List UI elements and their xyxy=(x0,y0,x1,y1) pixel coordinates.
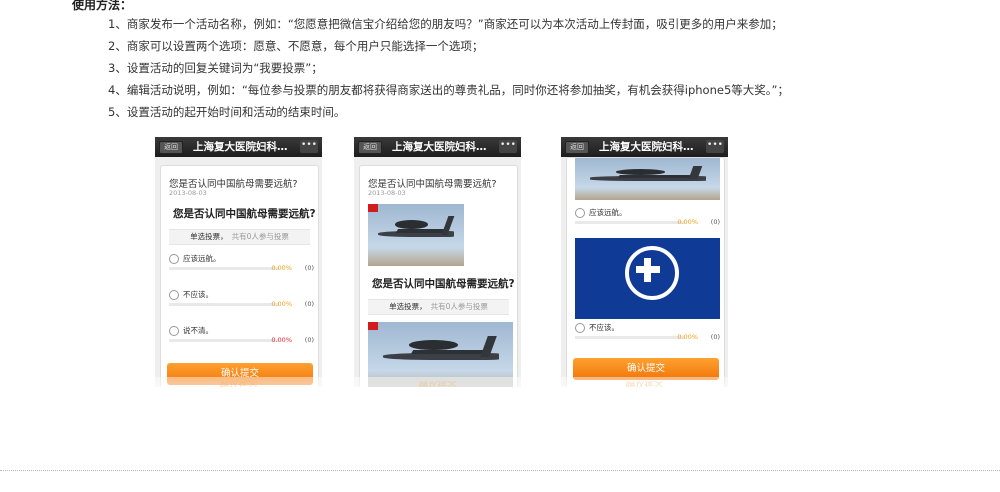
vote-option[interactable]: 说不清。 0.00% (0) xyxy=(169,326,314,356)
participant-count: 共有0人参与投票 xyxy=(430,302,488,311)
question-heading: 您是否认同中国航母需要远航? xyxy=(173,208,316,220)
flag-icon xyxy=(368,204,378,212)
question-date: 2013-08-03 xyxy=(169,189,207,197)
option-percent: 0.00% xyxy=(271,300,292,308)
radio-icon[interactable] xyxy=(575,208,585,218)
progress-track xyxy=(169,267,279,270)
option-label: 不应该。 xyxy=(589,323,619,332)
phone-preview-2: 返回 上海复大医院妇科… ••• 您是否认同中国航母需要远航? 2013-08-… xyxy=(354,137,521,387)
phone-topbar: 返回 上海复大医院妇科… ••• xyxy=(155,137,322,157)
back-button[interactable]: 返回 xyxy=(159,141,183,154)
reflection: 确认提交 xyxy=(155,377,322,387)
usage-title: 使用方法： xyxy=(72,0,133,12)
vote-info-bar: 单选投票， 共有0人参与投票 xyxy=(368,299,509,315)
option-percent: 0.00% xyxy=(677,333,698,341)
vote-card: 您是否认同中国航母需要远航? 2013-08-03 您是否认同中国航母需要远航?… xyxy=(160,165,319,387)
option-percent: 0.00% xyxy=(271,336,292,344)
wing xyxy=(617,174,692,178)
radar-dish xyxy=(408,340,458,350)
option-label: 说不清。 xyxy=(183,326,213,335)
phone-topbar: 返回 上海复大医院妇科… ••• xyxy=(354,137,521,157)
phone-preview-3: 返回 上海复大医院妇科… ••• 应该远航。 0.00% (0) 不应该。 0.… xyxy=(561,137,728,387)
vote-option[interactable]: 不应该。 0.00% (0) xyxy=(169,290,314,320)
question-heading: 您是否认同中国航母需要远航? xyxy=(372,278,515,290)
flag-icon xyxy=(368,322,378,330)
option-label: 应该远航。 xyxy=(589,208,627,217)
back-button[interactable]: 返回 xyxy=(358,141,382,154)
step-item: 4、编辑活动说明，例如：“每位参与投票的朋友都将获得商家送出的尊贵礼品，同时你还… xyxy=(108,83,789,97)
phone-title: 上海复大医院妇科… xyxy=(193,141,288,153)
vote-info-bar: 单选投票， 共有0人参与投票 xyxy=(169,229,310,245)
progress-track xyxy=(169,303,279,306)
option-count: (0) xyxy=(304,300,314,308)
question-title: 您是否认同中国航母需要远航? xyxy=(368,179,497,190)
phone-title: 上海复大医院妇科… xyxy=(599,141,694,153)
progress-track xyxy=(169,339,279,342)
vote-card: 应该远航。 0.00% (0) 不应该。 0.00% (0) xyxy=(566,157,725,387)
option-count: (0) xyxy=(304,336,314,344)
reflection-text: 确认提交 xyxy=(625,379,664,387)
wing xyxy=(395,228,446,233)
reflection: 确认提交 xyxy=(561,377,728,387)
option-percent: 0.00% xyxy=(677,218,698,226)
option-count: (0) xyxy=(304,264,314,272)
progress-track xyxy=(575,336,685,339)
radar-dish xyxy=(615,168,665,175)
steps-list: 1、商家发布一个活动名称，例如：“您愿意把微信宝介绍给您的朋友吗？”商家还可以为… xyxy=(108,13,789,123)
vote-option[interactable]: 应该远航。 0.00% (0) xyxy=(575,208,720,238)
cover-image xyxy=(368,204,464,266)
radio-icon[interactable] xyxy=(169,326,179,336)
question-date: 2013-08-03 xyxy=(368,189,406,197)
option-label: 应该远航。 xyxy=(183,254,221,263)
step-item: 1、商家发布一个活动名称，例如：“您愿意把微信宝介绍给您的朋友吗？”商家还可以为… xyxy=(108,17,783,31)
option-label: 不应该。 xyxy=(183,290,213,299)
phone-topbar: 返回 上海复大医院妇科… ••• xyxy=(561,137,728,157)
wing xyxy=(410,350,486,355)
hospital-logo xyxy=(624,246,679,300)
vote-type: 单选投票， xyxy=(389,302,427,311)
more-icon[interactable]: ••• xyxy=(499,140,517,153)
phone-preview-1: 返回 上海复大医院妇科… ••• 您是否认同中国航母需要远航? 2013-08-… xyxy=(155,137,322,387)
option-count: (0) xyxy=(710,333,720,341)
more-icon[interactable]: ••• xyxy=(706,140,724,153)
reflection: 确认提交 xyxy=(354,377,521,387)
divider xyxy=(0,470,1000,471)
back-button[interactable]: 返回 xyxy=(565,141,589,154)
radio-icon[interactable] xyxy=(575,323,585,333)
vote-card: 您是否认同中国航母需要远航? 2013-08-03 您是否认同中国航母需要远航?… xyxy=(359,165,518,387)
option-percent: 0.00% xyxy=(271,264,292,272)
phone-title: 上海复大医院妇科… xyxy=(392,141,487,153)
step-item: 3、设置活动的回复关键词为“我要投票”； xyxy=(108,61,323,75)
reflection-text: 确认提交 xyxy=(418,379,457,387)
radio-icon[interactable] xyxy=(169,290,179,300)
question-title: 您是否认同中国航母需要远航? xyxy=(169,179,298,190)
step-item: 5、设置活动的起开始时间和活动的结束时间。 xyxy=(108,105,346,119)
radar-dish xyxy=(394,220,428,229)
vote-type: 单选投票， xyxy=(190,232,228,241)
cross-icon xyxy=(644,258,651,282)
participant-count: 共有0人参与投票 xyxy=(231,232,289,241)
more-icon[interactable]: ••• xyxy=(300,140,318,153)
option-count: (0) xyxy=(710,218,720,226)
vote-option[interactable]: 不应该。 0.00% (0) xyxy=(575,323,720,353)
option-image xyxy=(575,158,720,200)
reflection-text: 确认提交 xyxy=(219,379,258,387)
step-item: 2、商家可以设置两个选项：愿意、不愿意，每个用户只能选择一个选项； xyxy=(108,39,484,53)
radio-icon[interactable] xyxy=(169,254,179,264)
vote-option[interactable]: 应该远航。 0.00% (0) xyxy=(169,254,314,284)
progress-track xyxy=(575,221,685,224)
hospital-image xyxy=(575,238,720,319)
